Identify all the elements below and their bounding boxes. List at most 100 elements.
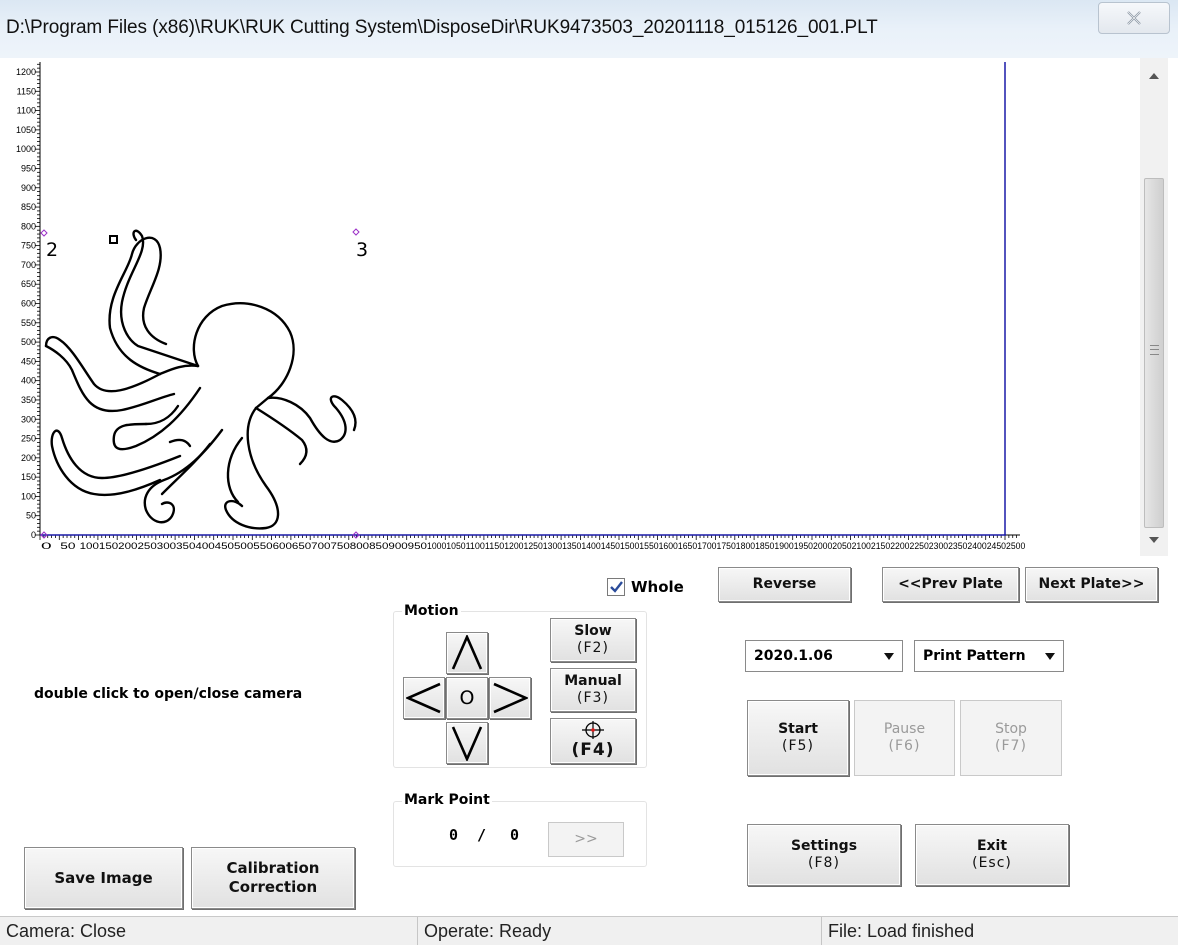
y-tick-label: 1050 [16,125,36,135]
y-tick-label: 1200 [16,67,36,77]
plot-canvas[interactable]: 0 50 100 150 200 250 300 350 400 450 500 550 600 650 7… [10,58,1140,556]
x-tick-label: 1500 [620,541,639,551]
x-tick-label: 1450 [601,541,620,551]
reverse-button[interactable]: Reverse [718,567,851,602]
mode-select[interactable]: Print Pattern [914,640,1064,672]
y-tick-label: 250 [21,434,36,444]
manual-button[interactable]: Manual (F3) [550,668,636,712]
x-tick-label: 1300 [543,541,562,551]
x-tick-label: 1200 [504,541,523,551]
calibration-correction-button[interactable]: Calibration Correction [191,847,355,909]
y-tick-label: 0 [31,530,36,540]
y-tick-label: 1150 [17,86,36,96]
y-tick-label: 700 [21,260,36,270]
x-tick-label: 2100 [852,541,871,551]
move-right-button[interactable] [489,677,531,719]
mark-next-button[interactable]: >> [548,822,624,857]
move-up-button[interactable] [446,632,488,674]
y-tick-label: 500 [21,337,36,347]
stop-label: Stop [995,720,1027,737]
x-tick-label: 1250 [524,541,543,551]
pause-key: (F6) [888,738,921,754]
stop-button[interactable]: Stop (F7) [960,700,1062,776]
prev-plate-button[interactable]: <<Prev Plate [882,567,1019,602]
mark-point-separator: / [477,826,487,844]
mark-point-title: Mark Point [402,792,492,808]
x-tick-label: 750 [331,541,350,551]
x-tick-label: 100 [80,541,99,551]
y-tick-label: 100 [21,491,36,501]
x-tick-label: 1750 [717,541,736,551]
y-axis: 0 50 100 150 200 250 300 350 400 450 500 550 600 650 7… [16,62,41,540]
move-left-button[interactable] [403,677,445,719]
x-tick-label: 200 [118,541,137,551]
arrow-left-icon [406,682,441,714]
exit-label: Exit [976,837,1008,854]
version-select[interactable]: 2020.1.06 [745,640,903,672]
y-tick-label: 850 [21,202,36,212]
x-tick-label: 0 [41,541,52,551]
version-select-value: 2020.1.06 [754,648,833,664]
x-tick-label: 2300 [929,541,948,551]
x-tick-label: 1400 [581,541,600,551]
start-label: Start [778,720,818,737]
x-tick-label: 1150 [485,541,504,551]
x-tick-label: 1900 [774,541,793,551]
arrow-down-icon [451,726,483,761]
x-tick-label: 1600 [659,541,678,551]
scroll-up-button[interactable] [1140,64,1168,88]
x-tick-label: 50 [60,541,75,551]
x-tick-label: 1950 [794,541,813,551]
pause-button[interactable]: Pause (F6) [854,700,955,776]
x-tick-label: 250 [138,541,157,551]
y-tick-label: 350 [21,395,36,405]
close-icon [1127,11,1141,25]
window-title: D:\Program Files (x86)\RUK\RUK Cutting S… [6,17,878,38]
x-tick-label: 1850 [755,541,774,551]
move-down-button[interactable] [446,722,488,764]
start-button[interactable]: Start (F5) [747,700,849,776]
x-tick-label: 900 [388,541,407,551]
x-tick-label: 150 [99,541,118,551]
vertical-scrollbar[interactable] [1140,58,1168,556]
x-tick-label: 2200 [890,541,909,551]
x-tick-label: 1000 [427,541,446,551]
slow-label: Slow [574,622,612,639]
crosshair-button[interactable]: (F4) [550,718,636,764]
scroll-thumb[interactable] [1144,178,1164,528]
calibration-line2: Correction [228,878,318,896]
exit-key: (Esc) [972,855,1012,871]
exit-button[interactable]: Exit (Esc) [915,824,1069,886]
x-tick-label: 1700 [697,541,716,551]
plot-svg: 0501001502002503003504004505005506006507… [16,62,1025,551]
stop-key: (F7) [995,738,1027,754]
calibration-line1: Calibration [226,859,320,878]
arrow-up-icon [451,635,483,670]
x-tick-label: 700 [311,541,330,551]
save-image-button[interactable]: Save Image [24,847,183,909]
next-plate-button[interactable]: Next Plate>> [1025,567,1158,602]
chevron-down-icon [884,653,894,660]
mark-point-total: 0 [510,826,520,844]
x-tick-label: 400 [195,541,214,551]
x-tick-label: 600 [273,541,292,551]
x-tick-label: 800 [350,541,369,551]
x-tick-label: 2350 [948,541,967,551]
slow-button[interactable]: Slow (F2) [550,618,636,662]
settings-button[interactable]: Settings (F8) [747,824,901,886]
mark-label-2: 2 [46,239,58,261]
whole-checkbox[interactable]: Whole [607,578,684,596]
y-tick-label: 450 [21,356,36,366]
x-tick-label: 950 [408,541,427,551]
y-tick-label: 1100 [17,106,36,116]
x-tick-label: 2500 [1006,541,1025,551]
close-button[interactable] [1098,2,1170,34]
motion-title: Motion [402,603,461,619]
y-tick-label: 50 [26,511,36,521]
scroll-down-button[interactable] [1140,528,1168,552]
pause-label: Pause [883,720,926,737]
whole-checkbox-box[interactable] [607,578,625,596]
origin-button[interactable]: O [446,677,488,719]
y-tick-label: 200 [21,453,36,463]
y-tick-label: 900 [21,183,36,193]
